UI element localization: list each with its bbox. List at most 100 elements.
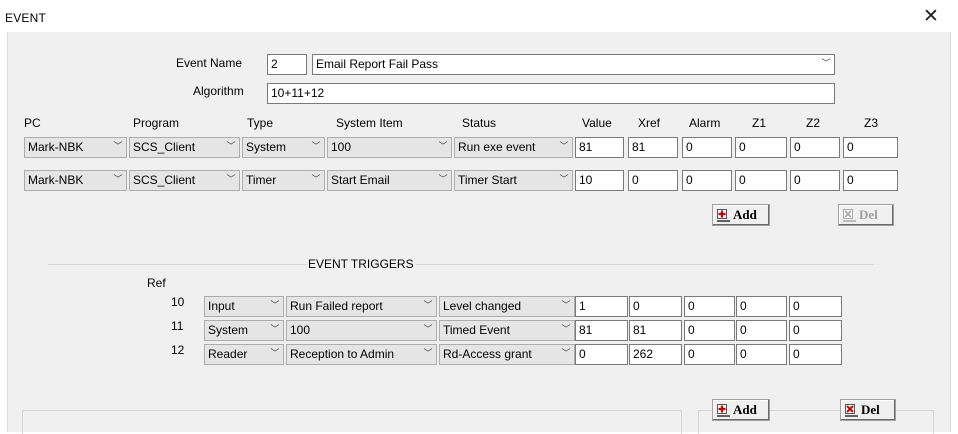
action-status-select[interactable]: Run exe event ﹀: [454, 137, 573, 158]
action-xref-field[interactable]: 81: [628, 137, 678, 158]
trigger-xref-field[interactable]: 81: [629, 320, 682, 341]
action-z3-field[interactable]: 0: [843, 170, 898, 191]
trigger-z2-field[interactable]: 0: [789, 344, 842, 365]
col-value: Value: [582, 116, 612, 130]
add-plus-icon: [717, 404, 730, 417]
trigger-ref: 12: [171, 343, 185, 357]
trigger-item-select[interactable]: Run Failed report ﹀: [286, 296, 437, 317]
chevron-down-icon: ﹀: [226, 142, 236, 152]
col-pc: PC: [24, 116, 41, 130]
trigger-value-field[interactable]: 1: [575, 296, 628, 317]
delete-trigger-button[interactable]: Del: [840, 399, 896, 421]
add-plus-icon: [717, 209, 730, 222]
action-alarm-field[interactable]: 0: [682, 170, 732, 191]
chevron-down-icon: ﹀: [226, 175, 236, 185]
col-type: Type: [247, 116, 274, 130]
trigger-item-value: Reception to Admin: [290, 347, 395, 361]
chevron-down-icon: ﹀: [561, 349, 571, 359]
chevron-down-icon: ﹀: [559, 142, 569, 152]
action-pc-select[interactable]: Mark-NBK ﹀: [24, 137, 127, 158]
col-alarm: Alarm: [689, 116, 721, 130]
chevron-down-icon: ﹀: [821, 59, 831, 69]
action-type-select[interactable]: Timer ﹀: [242, 170, 325, 191]
event-id-field[interactable]: 2: [267, 54, 307, 75]
trigger-z2-field[interactable]: 0: [789, 296, 842, 317]
trigger-item-value: Run Failed report: [290, 299, 383, 313]
chevron-down-icon: ﹀: [438, 142, 448, 152]
del-label: Del: [861, 402, 880, 417]
action-program-select[interactable]: SCS_Client ﹀: [129, 137, 240, 158]
trigger-type-select[interactable]: System ﹀: [204, 320, 284, 341]
action-xref-field[interactable]: 0: [628, 170, 678, 191]
trigger-status-value: Level changed: [443, 299, 522, 313]
chevron-down-icon: ﹀: [423, 301, 433, 311]
trigger-item-select[interactable]: 100 ﹀: [286, 320, 437, 341]
trigger-item-select[interactable]: Reception to Admin ﹀: [286, 344, 437, 365]
trigger-value-field[interactable]: 0: [575, 344, 628, 365]
chevron-down-icon: ﹀: [270, 301, 280, 311]
trigger-type-select[interactable]: Reader ﹀: [204, 344, 284, 365]
algorithm-field[interactable]: 10+11+12: [267, 83, 835, 104]
chevron-down-icon: ﹀: [113, 142, 123, 152]
close-icon[interactable]: ✕: [918, 5, 944, 27]
action-system-item-select[interactable]: Start Email ﹀: [327, 170, 452, 191]
window-title: EVENT: [5, 11, 47, 25]
chevron-down-icon: ﹀: [561, 325, 571, 335]
trigger-status-value: Timed Event: [443, 323, 510, 337]
chevron-down-icon: ﹀: [311, 175, 321, 185]
action-z2-field[interactable]: 0: [790, 137, 840, 158]
triggers-group-title: EVENT TRIGGERS: [306, 257, 416, 271]
action-alarm-field[interactable]: 0: [682, 137, 732, 158]
add-trigger-button[interactable]: Add: [712, 399, 770, 421]
trigger-value-field[interactable]: 81: [575, 320, 628, 341]
trigger-type-select[interactable]: Input ﹀: [204, 296, 284, 317]
trigger-alarm-field[interactable]: 0: [684, 296, 735, 317]
trigger-status-select[interactable]: Level changed ﹀: [439, 296, 575, 317]
event-window: EVENT ✕ Event Name 2 Email Report Fail P…: [0, 0, 958, 434]
trigger-status-select[interactable]: Rd-Access grant ﹀: [439, 344, 575, 365]
event-form: Event Name 2 Email Report Fail Pass ﹀ Al…: [7, 32, 951, 434]
trigger-xref-field[interactable]: 0: [629, 296, 682, 317]
trigger-z1-field[interactable]: 0: [736, 320, 787, 341]
trigger-z1-field[interactable]: 0: [736, 344, 787, 365]
col-xref: Xref: [638, 116, 661, 130]
trigger-alarm-field[interactable]: 0: [684, 320, 735, 341]
action-type-select[interactable]: System ﹀: [242, 137, 325, 158]
action-system-item-value: Start Email: [331, 173, 390, 187]
ref-label: Ref: [147, 276, 166, 290]
col-z1: Z1: [752, 116, 767, 130]
action-pc-value: Mark-NBK: [28, 173, 84, 187]
action-program-value: SCS_Client: [133, 140, 196, 154]
add-label: Add: [733, 207, 757, 222]
action-system-item-select[interactable]: 100 ﹀: [327, 137, 452, 158]
trigger-alarm-field[interactable]: 0: [684, 344, 735, 365]
trigger-status-select[interactable]: Timed Event ﹀: [439, 320, 575, 341]
title-bar: EVENT ✕: [0, 0, 958, 32]
add-action-button[interactable]: Add: [712, 204, 770, 226]
action-pc-select[interactable]: Mark-NBK ﹀: [24, 170, 127, 191]
chevron-down-icon: ﹀: [270, 349, 280, 359]
trigger-ref: 11: [171, 319, 184, 333]
action-value-field[interactable]: 81: [575, 137, 624, 158]
event-name-select[interactable]: Email Report Fail Pass ﹀: [312, 54, 835, 75]
trigger-xref-field[interactable]: 262: [629, 344, 682, 365]
add-label: Add: [733, 402, 757, 417]
trigger-z1-field[interactable]: 0: [736, 296, 787, 317]
action-status-select[interactable]: Timer Start ﹀: [454, 170, 573, 191]
chevron-down-icon: ﹀: [270, 325, 280, 335]
chevron-down-icon: ﹀: [561, 301, 571, 311]
trigger-z2-field[interactable]: 0: [789, 320, 842, 341]
delete-x-icon: [845, 404, 858, 417]
action-z1-field[interactable]: 0: [735, 137, 787, 158]
col-system-item: System Item: [336, 116, 403, 130]
action-z3-field[interactable]: 0: [843, 137, 898, 158]
action-program-select[interactable]: SCS_Client ﹀: [129, 170, 240, 191]
col-z3: Z3: [864, 116, 879, 130]
event-name-value: Email Report Fail Pass: [316, 57, 439, 71]
action-status-value: Timer Start: [458, 173, 517, 187]
action-z1-field[interactable]: 0: [735, 170, 787, 191]
action-value-field[interactable]: 10: [575, 170, 624, 191]
delete-action-button[interactable]: Del: [838, 204, 894, 226]
action-z2-field[interactable]: 0: [790, 170, 840, 191]
action-status-value: Run exe event: [458, 140, 536, 154]
